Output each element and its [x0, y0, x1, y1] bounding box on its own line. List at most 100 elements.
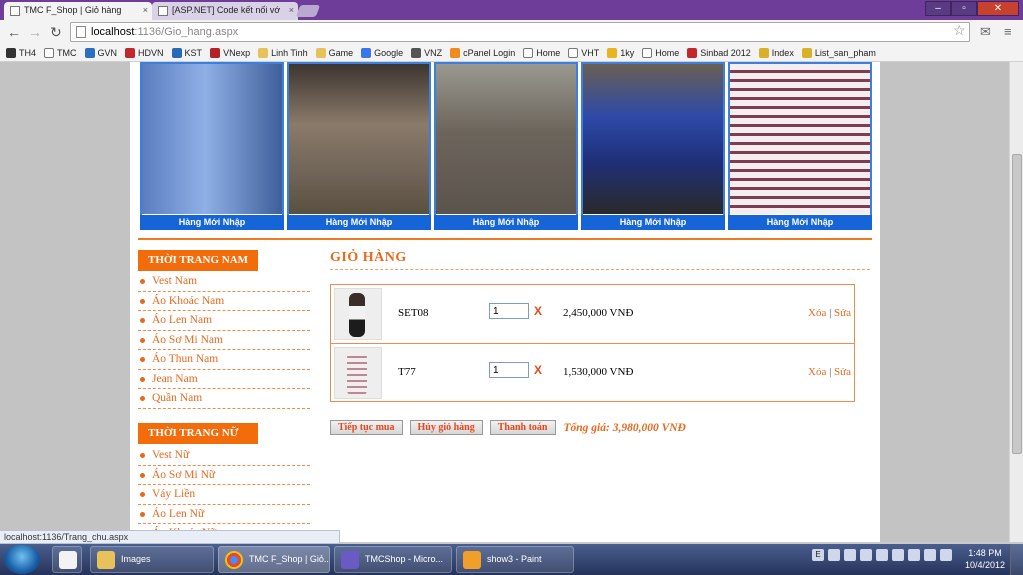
bookmark-item[interactable]: KST: [171, 47, 202, 58]
taskbar: Images TMC F_Shop | Giỏ... TMCShop - Mic…: [0, 544, 1023, 575]
divider: [138, 238, 872, 240]
continue-shopping-button[interactable]: Tiếp tục mua: [330, 420, 403, 435]
bookmark-item[interactable]: List_san_pham: [801, 47, 876, 58]
banner-product[interactable]: Hàng Mới Nhập: [140, 62, 284, 230]
bookmark-item[interactable]: VNZ: [411, 47, 442, 58]
close-icon[interactable]: ×: [143, 5, 148, 15]
product-photo: [436, 64, 576, 214]
back-button[interactable]: ←: [7, 24, 21, 40]
volume-icon[interactable]: [940, 549, 952, 561]
maximize-button[interactable]: ▫: [951, 1, 977, 16]
forward-button[interactable]: →: [28, 24, 42, 40]
bookmark-item[interactable]: Sinbad 2012: [687, 47, 751, 58]
taskbar-item[interactable]: show3 - Paint: [456, 546, 574, 573]
close-window-button[interactable]: ✕: [977, 1, 1019, 16]
network-icon[interactable]: [892, 549, 904, 561]
new-tab-button[interactable]: [295, 5, 321, 17]
tray-icon[interactable]: [876, 549, 888, 561]
clear-cart-button[interactable]: Hủy giỏ hàng: [409, 420, 483, 435]
bookmark-folder[interactable]: Game: [315, 47, 353, 58]
banner-product[interactable]: Hàng Mới Nhập: [287, 62, 431, 230]
reload-button[interactable]: ↻: [50, 24, 62, 41]
edit-link[interactable]: Sửa: [834, 307, 851, 319]
pinned-app[interactable]: [52, 546, 82, 573]
menu-item[interactable]: Áo Len Nam: [138, 311, 310, 331]
scrollbar-thumb[interactable]: [1012, 154, 1022, 454]
bookmark-item[interactable]: cPanel Login: [450, 47, 515, 58]
tab-bar: TMC F_Shop | Giỏ hàng × [ASP.NET] Code k…: [0, 0, 1023, 20]
product-photo: [289, 64, 429, 214]
menu-heading-men: THỜI TRANG NAM: [138, 250, 258, 271]
quantity-input[interactable]: [489, 303, 529, 319]
menu-list-men: Vest Nam Áo Khoác Nam Áo Len Nam Áo Sơ M…: [138, 272, 310, 409]
menu-item[interactable]: Áo Khoác Nam: [138, 292, 310, 311]
menu-item[interactable]: Áo Len Nữ: [138, 505, 310, 524]
menu-item[interactable]: Áo Thun Nam: [138, 350, 310, 370]
product-price: 1,530,000 VNĐ: [563, 366, 634, 378]
bookmark-item[interactable]: GVN: [84, 47, 117, 58]
tray-icon[interactable]: [860, 549, 872, 561]
menu-item[interactable]: Vest Nam: [138, 272, 310, 292]
edit-link[interactable]: Sửa: [834, 366, 851, 378]
tray-icon[interactable]: [828, 549, 840, 561]
minimize-button[interactable]: –: [925, 1, 951, 16]
product-photo: [730, 64, 870, 214]
cart-actions: Tiếp tục mua Hủy giỏ hàng Thanh toán Tổn…: [330, 420, 686, 435]
bookmark-item[interactable]: Home: [642, 47, 679, 58]
menu-heading-women: THỜI TRANG NỮ: [138, 423, 258, 444]
close-icon[interactable]: ×: [289, 5, 294, 15]
delete-link[interactable]: Xóa: [808, 366, 826, 378]
tray-icon[interactable]: [844, 549, 856, 561]
page-scrollbar[interactable]: [1009, 62, 1023, 542]
address-bar[interactable]: localhost:1136/Gio_hang.aspx: [70, 22, 970, 42]
menu-item[interactable]: Vest Nữ: [138, 446, 310, 466]
product-price: 2,450,000 VNĐ: [563, 307, 634, 319]
menu-item[interactable]: Váy Liền: [138, 485, 310, 505]
wrench-menu-icon[interactable]: ≡: [1004, 24, 1012, 39]
visual-studio-icon: [341, 551, 359, 569]
paint-icon: [463, 551, 481, 569]
checkout-button[interactable]: Thanh toán: [489, 420, 556, 435]
bookmark-star-icon[interactable]: ☆: [953, 22, 966, 39]
banner-product[interactable]: Hàng Mới Nhập: [728, 62, 872, 230]
tab-gio-hang[interactable]: TMC F_Shop | Giỏ hàng ×: [4, 2, 152, 20]
tab-aspnet[interactable]: [ASP.NET] Code kết nối vớ ×: [152, 2, 298, 20]
bookmarks-bar: TH4 TMC GVN HDVN KST VNexp Linh Tinh Gam…: [0, 44, 1023, 62]
banner-product[interactable]: Hàng Mới Nhập: [434, 62, 578, 230]
bookmark-item[interactable]: TH4: [6, 47, 36, 58]
bookmark-item[interactable]: VNexp: [210, 47, 250, 58]
taskbar-item[interactable]: TMC F_Shop | Giỏ...: [218, 546, 330, 573]
bookmark-folder[interactable]: Linh Tinh: [258, 47, 308, 58]
cart-total: Tổng giá: 3,980,000 VNĐ: [563, 421, 686, 434]
language-icon[interactable]: E: [812, 549, 824, 561]
bookmark-item[interactable]: HDVN: [125, 47, 164, 58]
menu-list-women: Vest Nữ Áo Sơ Mi Nữ Váy Liền Áo Len Nữ Á…: [138, 446, 310, 542]
gmail-extension-icon[interactable]: ✉: [980, 24, 991, 40]
remove-icon[interactable]: X: [534, 304, 542, 318]
bookmark-item[interactable]: VHT: [568, 47, 599, 58]
status-url: localhost:1136/Trang_chu.aspx: [0, 530, 340, 544]
taskbar-item[interactable]: TMCShop - Micro...: [334, 546, 452, 573]
cart-table: SET08 X 2,450,000 VNĐ Xóa | Sửa T77 X 1,…: [330, 284, 855, 402]
menu-item[interactable]: Jean Nam: [138, 370, 310, 389]
bookmark-item[interactable]: Index: [758, 47, 794, 58]
remove-icon[interactable]: X: [534, 363, 542, 377]
monitor-icon[interactable]: [924, 549, 936, 561]
quantity-input[interactable]: [489, 362, 529, 378]
bookmark-item[interactable]: Google: [361, 47, 403, 58]
bookmark-item[interactable]: TMC: [44, 47, 77, 58]
clock[interactable]: 1:48 PM 10/4/2012: [962, 547, 1008, 571]
menu-item[interactable]: Áo Sơ Mi Nữ: [138, 466, 310, 485]
banner-product[interactable]: Hàng Mới Nhập: [581, 62, 725, 230]
show-desktop-button[interactable]: [1010, 544, 1023, 575]
taskbar-item[interactable]: Images: [90, 546, 214, 573]
delete-link[interactable]: Xóa: [808, 307, 826, 319]
folder-icon: [97, 551, 115, 569]
flag-icon[interactable]: [908, 549, 920, 561]
bookmark-item[interactable]: 1ky: [607, 47, 634, 58]
menu-item[interactable]: Áo Sơ Mi Nam: [138, 331, 310, 350]
bookmark-item[interactable]: Home: [523, 47, 560, 58]
page-icon: [10, 6, 20, 16]
menu-item[interactable]: Quần Nam: [138, 389, 310, 409]
start-button[interactable]: [4, 545, 40, 574]
